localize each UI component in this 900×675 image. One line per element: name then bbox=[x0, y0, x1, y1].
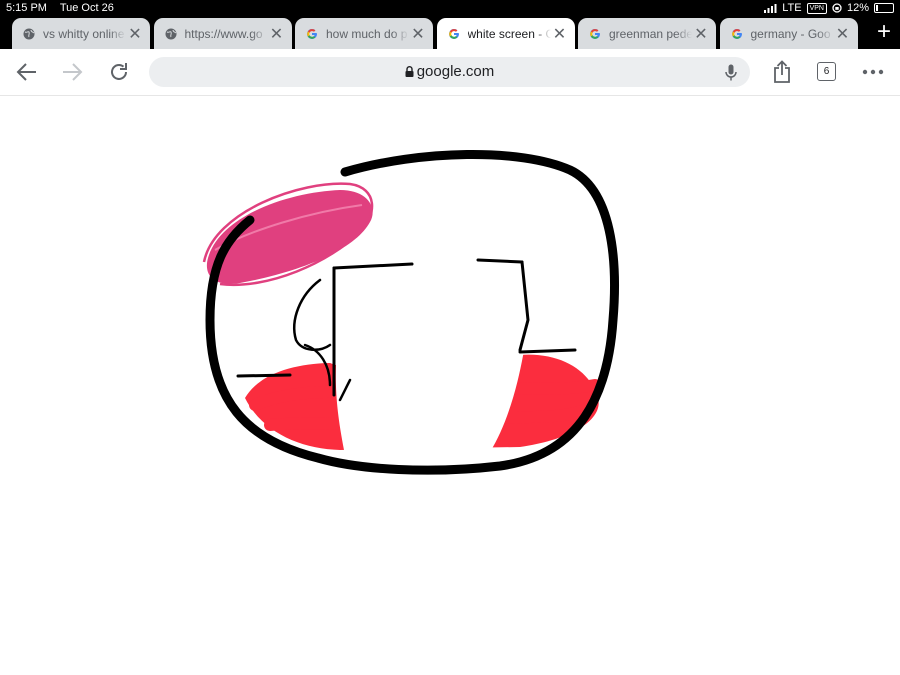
browser-toolbar: google.com 6 bbox=[0, 49, 900, 96]
tab-4-title: greenman pede bbox=[609, 26, 692, 41]
forward-button[interactable] bbox=[60, 60, 84, 84]
status-bar: 5:15 PM Tue Oct 26 LTE VPN 12% bbox=[0, 0, 900, 17]
tab-0-close-icon[interactable]: ✕ bbox=[126, 24, 144, 44]
reload-button[interactable] bbox=[107, 60, 131, 84]
vpn-badge: VPN bbox=[806, 2, 827, 14]
tab-switcher-button[interactable]: 6 bbox=[817, 62, 836, 81]
globe-icon bbox=[23, 28, 35, 40]
rotation-lock-icon bbox=[832, 3, 842, 13]
new-tab-button[interactable]: + bbox=[877, 20, 891, 44]
tab-2[interactable]: how much do p ✕ bbox=[295, 18, 433, 49]
google-icon bbox=[306, 28, 318, 40]
network-label: LTE bbox=[782, 2, 802, 14]
google-icon bbox=[589, 28, 601, 40]
globe-icon bbox=[165, 28, 177, 40]
battery-icon bbox=[874, 3, 894, 13]
signal-icon bbox=[764, 3, 777, 13]
tab-strip: vs whitty online ✕ https://www.go ✕ how … bbox=[0, 17, 900, 49]
microphone-icon[interactable] bbox=[725, 64, 737, 81]
freehand-drawing bbox=[202, 150, 619, 475]
omnibox[interactable]: google.com bbox=[149, 57, 750, 87]
tab-3-title: white screen - G bbox=[467, 26, 551, 41]
tab-4[interactable]: greenman pede ✕ bbox=[578, 18, 716, 49]
more-options-button[interactable] bbox=[861, 60, 885, 84]
tab-1-close-icon[interactable]: ✕ bbox=[268, 24, 286, 44]
tab-5-close-icon[interactable]: ✕ bbox=[834, 24, 852, 44]
share-button[interactable] bbox=[770, 60, 794, 84]
tab-1-title: https://www.go bbox=[184, 26, 263, 41]
tab-5-title: germany - Goo bbox=[750, 26, 831, 41]
status-time: 5:15 PM bbox=[6, 2, 47, 14]
lock-icon bbox=[405, 66, 414, 77]
forward-arrow-icon bbox=[63, 63, 83, 81]
tab-3[interactable]: white screen - G ✕ bbox=[436, 18, 575, 49]
tab-2-title: how much do p bbox=[326, 26, 408, 41]
battery-percent: 12% bbox=[846, 2, 869, 14]
tab-5[interactable]: germany - Goo ✕ bbox=[719, 18, 858, 49]
web-page-content bbox=[0, 96, 900, 675]
reload-icon bbox=[111, 63, 127, 80]
tab-1[interactable]: https://www.go ✕ bbox=[153, 18, 292, 49]
tab-4-close-icon[interactable]: ✕ bbox=[692, 24, 710, 44]
back-button[interactable] bbox=[15, 60, 39, 84]
status-date: Tue Oct 26 bbox=[59, 2, 114, 14]
google-icon bbox=[731, 28, 743, 40]
tab-0[interactable]: vs whitty online ✕ bbox=[12, 18, 150, 49]
tab-3-close-icon[interactable]: ✕ bbox=[551, 24, 569, 44]
share-icon bbox=[774, 60, 790, 83]
tab-2-close-icon[interactable]: ✕ bbox=[409, 24, 427, 44]
more-dots-icon bbox=[862, 69, 884, 75]
google-icon bbox=[448, 28, 460, 40]
back-arrow-icon bbox=[16, 63, 36, 81]
url-text: google.com bbox=[416, 63, 495, 80]
tab-0-title: vs whitty online bbox=[43, 26, 125, 41]
